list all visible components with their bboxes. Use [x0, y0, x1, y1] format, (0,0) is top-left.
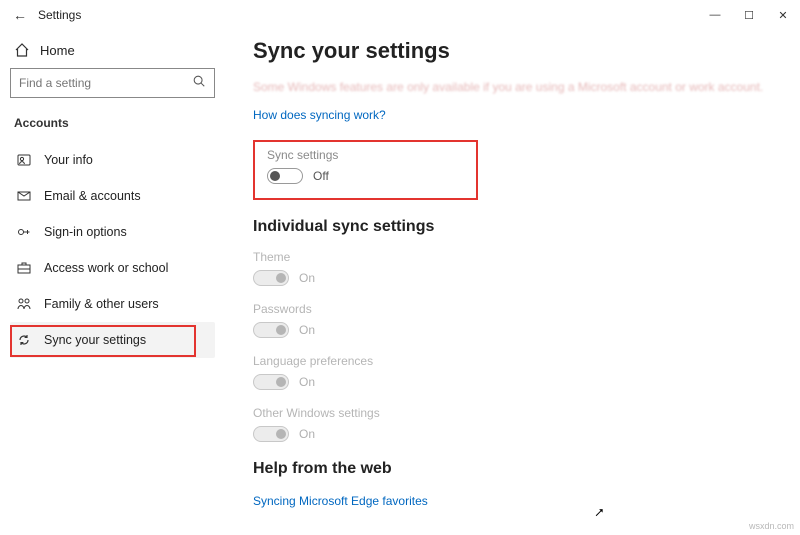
other-windows-setting: Other Windows settings On	[253, 406, 780, 442]
other-windows-toggle[interactable]	[253, 426, 289, 442]
sync-settings-toggle[interactable]	[267, 168, 303, 184]
page-title: Sync your settings	[253, 38, 780, 64]
passwords-label: Passwords	[253, 302, 780, 316]
language-label: Language preferences	[253, 354, 780, 368]
main-content: Sync your settings Some Windows features…	[225, 30, 800, 535]
sidebar-home-label: Home	[40, 43, 75, 58]
sidebar-item-label: Access work or school	[44, 261, 168, 275]
back-button[interactable]: ←	[10, 7, 30, 23]
theme-state: On	[299, 271, 315, 285]
maximize-button[interactable]: ☐	[732, 1, 766, 29]
account-notice: Some Windows features are only available…	[253, 78, 780, 96]
help-heading: Help from the web	[253, 460, 780, 478]
search-input[interactable]	[19, 76, 192, 90]
sync-icon	[16, 332, 32, 348]
sidebar-item-signin-options[interactable]: Sign-in options	[10, 214, 215, 250]
sidebar-item-your-info[interactable]: Your info	[10, 142, 215, 178]
other-windows-label: Other Windows settings	[253, 406, 780, 420]
window-title: Settings	[38, 8, 81, 22]
how-syncing-works-link[interactable]: How does syncing work?	[253, 108, 386, 122]
sidebar-item-label: Sync your settings	[44, 333, 146, 347]
minimize-button[interactable]: —	[698, 1, 732, 29]
theme-label: Theme	[253, 250, 780, 264]
sidebar-home[interactable]: Home	[10, 36, 215, 68]
watermark: wsxdn.com	[749, 521, 794, 531]
individual-sync-heading: Individual sync settings	[253, 218, 780, 236]
sidebar-item-email-accounts[interactable]: Email & accounts	[10, 178, 215, 214]
mail-icon	[16, 188, 32, 204]
language-toggle[interactable]	[253, 374, 289, 390]
briefcase-icon	[16, 260, 32, 276]
sidebar-item-sync-settings[interactable]: Sync your settings	[10, 322, 215, 358]
sync-settings-state: Off	[313, 169, 329, 183]
search-box[interactable]	[10, 68, 215, 98]
theme-setting: Theme On	[253, 250, 780, 286]
sidebar-item-access-work-school[interactable]: Access work or school	[10, 250, 215, 286]
family-icon	[16, 296, 32, 312]
sync-settings-label: Sync settings	[267, 148, 464, 162]
close-button[interactable]: ✕	[766, 1, 800, 29]
other-windows-state: On	[299, 427, 315, 441]
passwords-setting: Passwords On	[253, 302, 780, 338]
sidebar-item-label: Sign-in options	[44, 225, 127, 239]
passwords-toggle[interactable]	[253, 322, 289, 338]
sidebar-item-family-users[interactable]: Family & other users	[10, 286, 215, 322]
key-icon	[16, 224, 32, 240]
theme-toggle[interactable]	[253, 270, 289, 286]
search-icon	[192, 74, 206, 93]
sync-settings-group: Sync settings Off	[253, 140, 478, 200]
sidebar-item-label: Your info	[44, 153, 93, 167]
language-setting: Language preferences On	[253, 354, 780, 390]
sidebar-section-label: Accounts	[10, 116, 215, 142]
sidebar-item-label: Family & other users	[44, 297, 159, 311]
sidebar: Home Accounts Your info Email & accounts…	[0, 30, 225, 535]
user-icon	[16, 152, 32, 168]
help-link-edge-favorites[interactable]: Syncing Microsoft Edge favorites	[253, 494, 428, 508]
home-icon	[14, 42, 30, 58]
title-bar: ← Settings — ☐ ✕	[0, 0, 800, 30]
passwords-state: On	[299, 323, 315, 337]
language-state: On	[299, 375, 315, 389]
sidebar-item-label: Email & accounts	[44, 189, 141, 203]
